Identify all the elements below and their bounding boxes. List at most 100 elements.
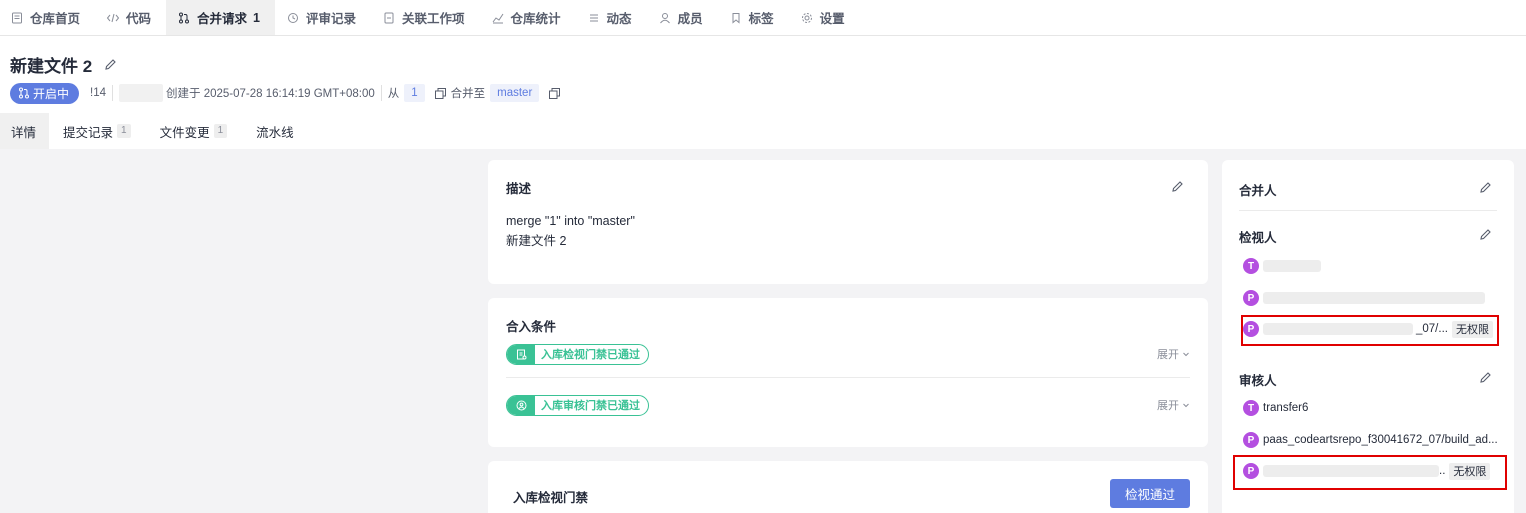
description-card: 描述 merge "1" into "master" 新建文件 2 [488,160,1208,284]
nav-tab-label: 关联工作项 [402,12,465,26]
nav-tab-label: 合并请求 [197,12,248,26]
mr-subtabs: 详情 提交记录 1 文件变更 1 流水线 [0,113,307,149]
source-branch[interactable]: 1 [404,84,425,102]
reviewer-name-redacted [1263,292,1485,304]
merge-request-icon [19,87,29,99]
chevron-down-icon [1183,403,1189,408]
review-gate-icon [507,344,535,364]
divider [1239,210,1497,211]
reviewer-name-redacted [1263,260,1321,272]
pencil-icon[interactable] [104,58,117,71]
status-text: 开启中 [33,86,70,101]
highlight-box [1233,455,1507,490]
condition-row: 入库检视门禁已通过 展开 [506,343,1190,365]
pencil-icon[interactable] [1171,180,1184,193]
merger-title: 合并人 [1239,184,1277,198]
avatar: P [1243,290,1259,306]
approver-name: paas_codeartsrepo_f30041672_07/build_ad.… [1263,434,1498,446]
expand-label: 展开 [1157,400,1179,412]
nav-tab-work-items[interactable]: 关联工作项 [371,0,480,35]
member-icon [658,11,672,25]
description-body: merge "1" into "master" 新建文件 2 [506,211,635,251]
nav-tab-count: 1 [253,10,260,25]
nav-tab-review-records[interactable]: 评审记录 [275,0,371,35]
review-gate-card: 入库检视门禁 检视通过 [488,461,1208,513]
tab-label: 详情 [11,125,37,140]
tab-details[interactable]: 详情 [0,113,50,149]
nav-tab-label: 标签 [748,12,774,26]
approval-gate-icon [507,395,535,415]
gear-icon [800,11,814,25]
expand-toggle[interactable]: 展开 [1157,397,1190,413]
conditions-title: 合入条件 [506,320,557,334]
mr-meta: 开启中 !14 创建于 2025-07-28 16:14:19 GMT+08:0… [10,82,565,104]
tab-label: 提交记录 [63,125,114,140]
repo-nav: 仓库首页 代码 合并请求 1 评审记录 关联工作项 仓库统计 动态 成员 标签 … [0,0,1526,36]
author-redacted [119,84,164,102]
tab-label: 文件变更 [159,125,210,140]
approvers-title: 审核人 [1239,374,1277,388]
chevron-down-icon [1183,352,1189,357]
nav-tab-label: 成员 [677,12,703,26]
nav-tab-activity[interactable]: 动态 [576,0,647,35]
mr-title-text: 新建文件 2 [10,57,93,76]
gate-status-badge: 入库审核门禁已通过 [506,394,649,416]
stats-icon [491,11,505,25]
nav-tab-label: 动态 [606,12,632,26]
nav-tab-label: 设置 [819,12,845,26]
pencil-icon[interactable] [1479,181,1492,194]
approver-item: P paas_codeartsrepo_f30041672_07/build_a… [1243,430,1498,450]
avatar: P [1243,432,1259,448]
reviewer-item: P [1243,288,1485,308]
nav-tab-merge-requests[interactable]: 合并请求 1 [166,0,275,35]
copy-icon[interactable] [548,87,561,100]
avatar: T [1243,258,1259,274]
highlight-box [1241,315,1499,346]
target-branch[interactable]: master [490,84,540,102]
activity-icon [587,11,601,25]
document-icon [10,11,24,25]
copy-icon[interactable] [434,87,447,100]
divider [380,85,382,101]
mr-id: !14 [90,87,107,99]
tab-file-changes[interactable]: 文件变更 1 [144,113,241,149]
nav-tab-settings[interactable]: 设置 [789,0,860,35]
condition-row: 入库审核门禁已通过 展开 [506,394,1190,416]
review-gate-title: 入库检视门禁 [513,491,589,505]
approver-item: T transfer6 [1243,398,1308,418]
nav-tab-members[interactable]: 成员 [647,0,718,35]
tab-commits[interactable]: 提交记录 1 [49,113,144,149]
gate-status-text: 入库检视门禁已通过 [541,349,640,361]
nav-tab-tags[interactable]: 标签 [718,0,789,35]
merge-conditions-card: 合入条件 入库检视门禁已通过 展开 入库审核门禁已通过 展开 [488,298,1208,447]
review-icon [286,11,300,25]
gate-status-badge: 入库检视门禁已通过 [506,343,649,365]
tab-pipeline[interactable]: 流水线 [240,113,307,149]
created-at: 创建于 2025-07-28 16:14:19 GMT+08:00 [166,88,375,100]
nav-tab-label: 代码 [126,12,152,26]
avatar: T [1243,400,1259,416]
nav-tab-label: 仓库统计 [510,12,561,26]
from-label: 从 [387,88,400,100]
expand-toggle[interactable]: 展开 [1157,346,1190,362]
nav-tab-label: 仓库首页 [30,12,81,26]
description-title: 描述 [506,182,532,196]
tag-icon [729,11,743,25]
nav-tab-stats[interactable]: 仓库统计 [480,0,576,35]
merge-request-icon [177,11,191,25]
pencil-icon[interactable] [1479,228,1492,241]
approve-review-button[interactable]: 检视通过 [1110,479,1190,508]
tab-label: 流水线 [256,125,294,140]
expand-label: 展开 [1157,349,1179,361]
description-line: 新建文件 2 [506,234,567,248]
reviewers-title: 检视人 [1239,231,1277,245]
pencil-icon[interactable] [1479,371,1492,384]
code-icon [106,11,120,25]
nav-tab-code[interactable]: 代码 [95,0,166,35]
work-item-icon [382,11,396,25]
description-line: merge "1" into "master" [506,214,635,228]
nav-tab-repo-home[interactable]: 仓库首页 [0,0,95,35]
status-badge: 开启中 [10,82,80,104]
reviewer-item: T [1243,256,1321,276]
divider [506,377,1190,378]
